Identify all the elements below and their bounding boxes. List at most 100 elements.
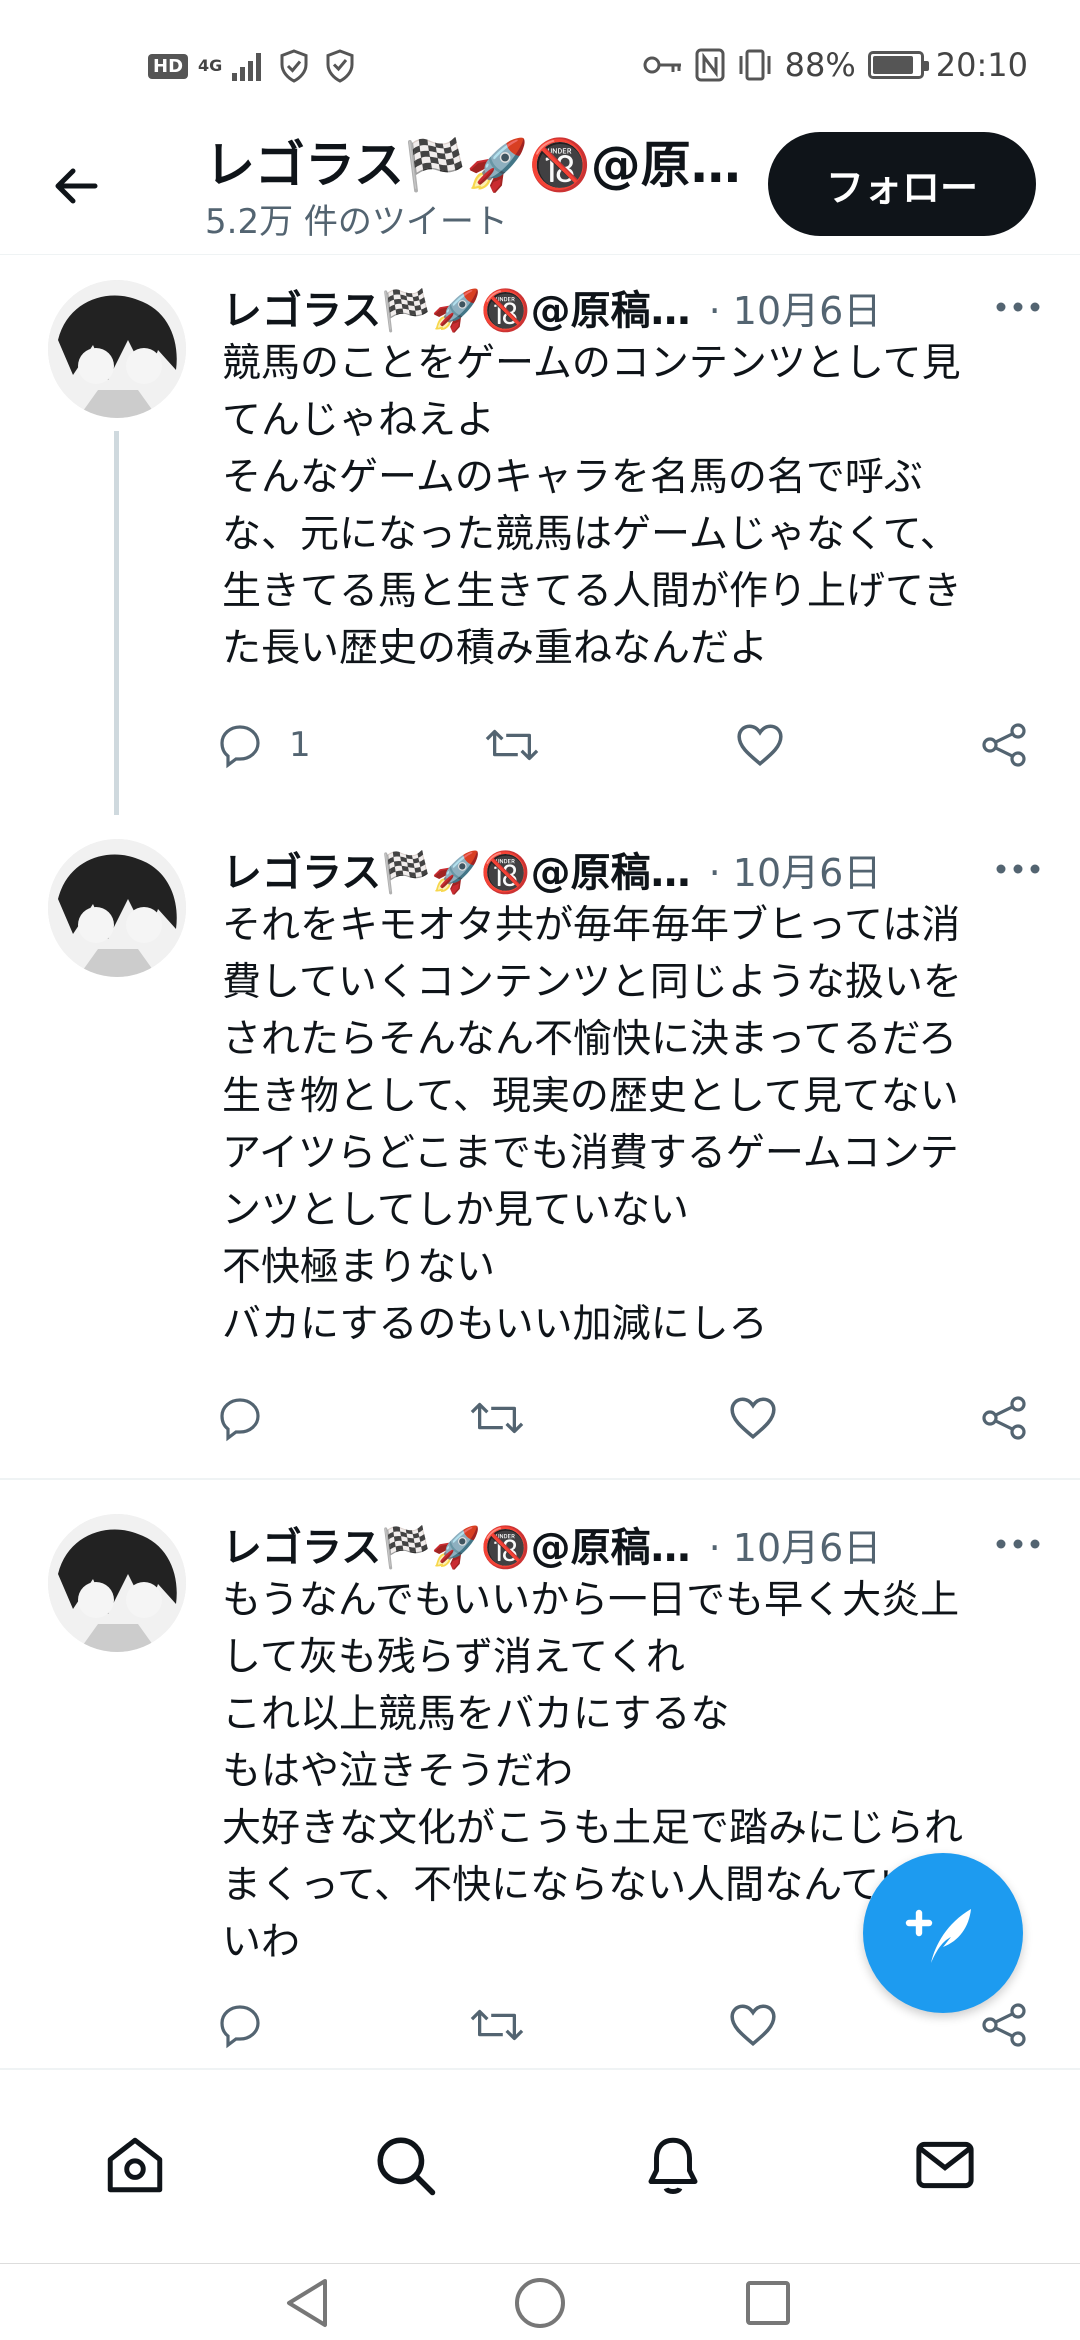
author-name[interactable]: レゴラス🏁🚀🔞@原稿… <box>222 840 691 898</box>
author-name[interactable]: レゴラス🏁🚀🔞@原稿… <box>222 278 691 336</box>
reply-icon <box>220 725 260 769</box>
like-button[interactable] <box>728 1990 778 2060</box>
reply-count: 1 <box>289 725 311 765</box>
status-left: HD 4G <box>148 46 358 86</box>
avatar[interactable] <box>48 1514 186 1652</box>
shield-icon <box>326 49 354 83</box>
retweet-button[interactable] <box>485 710 539 780</box>
tweet-header: レゴラス🏁🚀🔞@原稿… · 10月6日 <box>222 1514 1048 1574</box>
tweet[interactable]: レゴラス🏁🚀🔞@原稿… · 10月6日 競馬のことをゲームのコンテンツとして見 … <box>0 255 1080 815</box>
tweet-line: た長い歴史の積み重ねなんだよ <box>222 626 769 671</box>
more-icon <box>996 302 1040 312</box>
tweet-line: 競馬のことをゲームのコンテンツとして見 <box>222 341 961 386</box>
avatar-image <box>48 280 186 418</box>
tweet-text: それをキモオタ共が毎年毎年ブヒっては消 費していくコンテンツと同じような扱いを … <box>222 897 1040 1353</box>
tweet-line: そんなゲームのキャラを名馬の名で呼ぶ <box>222 455 923 500</box>
retweet-icon <box>470 2009 524 2041</box>
bell-icon <box>648 2137 698 2194</box>
reply-icon <box>220 1398 260 1442</box>
reply-button[interactable]: 1 <box>215 710 311 780</box>
tweet-line: 不快極まりない <box>222 1245 496 1290</box>
retweet-icon <box>485 729 539 761</box>
like-button[interactable] <box>735 710 785 780</box>
tweet-line: もはや泣きそうだわ <box>222 1749 574 1794</box>
nav-back-button[interactable] <box>273 2268 343 2338</box>
tab-messages[interactable] <box>900 2120 990 2210</box>
tweet-line: もうなんでもいいから一日でも早く大炎上 <box>222 1578 960 1623</box>
tweet-line: アイツらどこまでも消費するゲームコンテ <box>222 1131 959 1176</box>
tweet-line: な、元になった競馬はゲームじゃなくて、 <box>222 512 959 557</box>
avatar-image <box>48 1514 186 1652</box>
back-button[interactable] <box>40 150 112 222</box>
heart-icon <box>737 724 783 767</box>
tweet-line: てんじゃねえよ <box>222 398 496 443</box>
tweet-line: して灰も残らず消えてくれ <box>222 1635 685 1680</box>
reply-icon <box>220 2005 260 2049</box>
hd-badge: HD <box>148 53 189 79</box>
avatar[interactable] <box>48 839 186 977</box>
tweet-line: 大好きな文化がこうも土足で踏みにじられ <box>222 1806 964 1851</box>
shield-check-icon <box>280 49 308 83</box>
retweet-icon <box>470 1402 524 1434</box>
tweet-header: レゴラス🏁🚀🔞@原稿… · 10月6日 <box>222 839 1048 899</box>
more-options-button[interactable] <box>988 847 1048 891</box>
search-icon <box>377 2137 436 2196</box>
square-recents-icon <box>746 2281 790 2325</box>
battery-icon <box>867 51 929 79</box>
tweet-header: レゴラス🏁🚀🔞@原稿… · 10月6日 <box>222 277 1048 337</box>
tweet-date[interactable]: · 10月6日 <box>709 1517 882 1572</box>
home-icon <box>107 2137 163 2193</box>
tweet-actions <box>215 1383 1035 1453</box>
nav-home-button[interactable] <box>505 2268 575 2338</box>
author-name[interactable]: レゴラス🏁🚀🔞@原稿… <box>222 1515 691 1573</box>
mail-icon <box>916 2141 974 2189</box>
avatar[interactable] <box>48 280 186 418</box>
tweet[interactable]: レゴラス🏁🚀🔞@原稿… · 10月6日 それをキモオタ共が毎年毎年ブヒっては消 … <box>0 815 1080 1475</box>
tweet-line: それをキモオタ共が毎年毎年ブヒっては消 <box>222 903 961 948</box>
share-button[interactable] <box>980 1383 1028 1453</box>
tab-home[interactable] <box>90 2120 180 2210</box>
tweet-line: ンツとしてしか見ていない <box>222 1188 689 1233</box>
compose-tweet-button[interactable] <box>863 1853 1023 2013</box>
retweet-button[interactable] <box>470 1990 524 2060</box>
tweet-actions: 1 <box>215 710 1035 780</box>
status-right: 88% 20:10 <box>643 44 1028 86</box>
share-button[interactable] <box>980 1990 1028 2060</box>
heart-icon <box>730 1397 776 1440</box>
tweet-line: バカにするのもいい加減にしろ <box>222 1302 768 1347</box>
like-button[interactable] <box>728 1383 778 1453</box>
more-options-button[interactable] <box>988 1522 1048 1566</box>
tweet-divider <box>0 1478 1080 1480</box>
more-icon <box>996 864 1040 874</box>
network-label: 4G <box>198 56 223 75</box>
tweet-date[interactable]: · 10月6日 <box>709 280 882 335</box>
nav-recents-button[interactable] <box>733 2268 803 2338</box>
retweet-button[interactable] <box>470 1383 524 1453</box>
follow-button[interactable]: フォロー <box>768 132 1036 236</box>
reply-button[interactable] <box>215 1990 265 2060</box>
key-icon <box>643 56 681 74</box>
vibrate-icon <box>739 49 771 81</box>
tweet-line: 生き物として、現実の歴史として見てない <box>222 1074 959 1119</box>
status-bar: HD 4G 88% 20:10 <box>0 0 1080 120</box>
share-icon <box>982 1396 1026 1440</box>
profile-header: レゴラス🏁🚀🔞@原稿… 5.2万 件のツイート フォロー <box>0 120 1080 255</box>
triangle-back-icon <box>287 2279 327 2327</box>
more-options-button[interactable] <box>988 285 1048 329</box>
share-button[interactable] <box>980 710 1028 780</box>
tweet-line: これ以上競馬をバカにするな <box>222 1692 730 1737</box>
reply-button[interactable] <box>215 1383 265 1453</box>
bottom-tab-bar <box>0 2068 1080 2263</box>
battery-percent: 88% <box>784 46 856 84</box>
thread-line <box>114 431 119 815</box>
tab-search[interactable] <box>360 2120 450 2210</box>
battery-fill <box>872 56 914 74</box>
tweet-count: 5.2万 件のツイート <box>205 202 508 242</box>
signal-icon <box>232 53 262 81</box>
system-nav-bar <box>0 2263 1080 2340</box>
tweet-line: されたらそんなん不愉快に決まってるだろ <box>222 1017 958 1062</box>
header-title-block: レゴラス🏁🚀🔞@原稿… 5.2万 件のツイート <box>205 130 745 244</box>
tweet-date[interactable]: · 10月6日 <box>709 842 882 897</box>
tab-notifications[interactable] <box>628 2120 718 2210</box>
share-icon <box>982 2003 1026 2047</box>
